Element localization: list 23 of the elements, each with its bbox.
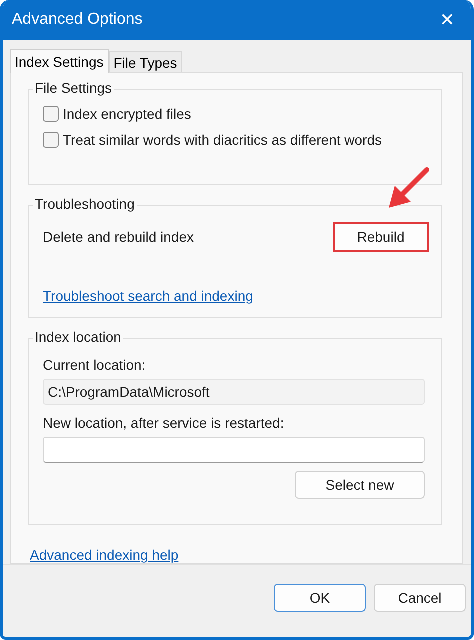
tab[interactable]: Index Settings: [10, 49, 109, 73]
label: Delete and rebuild index: [43, 228, 194, 248]
arrow-icon: [387, 166, 431, 210]
group-title: Index location: [33, 328, 124, 345]
checkbox[interactable]: [43, 132, 59, 148]
rebuild-button[interactable]: Rebuild: [333, 222, 429, 252]
checkbox-label: Treat similar words with diacritics as different words: [63, 132, 382, 148]
window-title: Advanced Options: [12, 11, 143, 29]
label: Current location:: [43, 356, 147, 375]
link[interactable]: Advanced indexing help: [30, 547, 179, 563]
select-new-button[interactable]: Select new: [295, 470, 425, 499]
checkbox[interactable]: [43, 106, 59, 122]
label: New location, after service is restarted:: [43, 414, 286, 433]
input-field: C:\ProgramData\Microsoft: [43, 378, 425, 405]
cancel-button[interactable]: Cancel: [374, 584, 466, 612]
link[interactable]: Troubleshoot search and indexing: [43, 288, 254, 304]
ok-button[interactable]: OK: [274, 584, 366, 612]
close-button[interactable]: ✕: [430, 6, 465, 34]
checkbox-label: Index encrypted files: [63, 106, 192, 122]
group-title: Troubleshooting: [33, 196, 137, 212]
input-field[interactable]: [43, 436, 425, 463]
tab[interactable]: File Types: [108, 51, 182, 72]
group-title: File Settings: [33, 80, 114, 96]
